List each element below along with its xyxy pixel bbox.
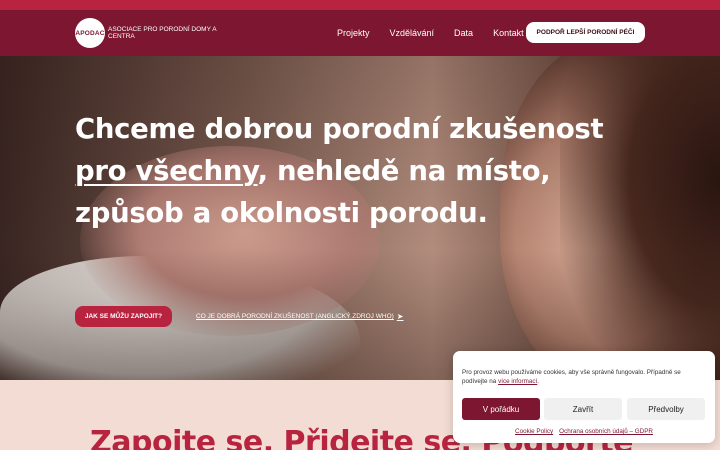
top-strip xyxy=(0,0,720,10)
nav-item-kontakt[interactable]: Kontakt xyxy=(493,28,524,38)
nav-item-projekty[interactable]: Projekty xyxy=(337,28,370,38)
who-link-label: CO JE DOBRÁ PORODNÍ ZKUŠENOST (ANGLICKÝ … xyxy=(196,313,394,320)
get-involved-button[interactable]: JAK SE MŮŽU ZAPOJIT? xyxy=(75,306,172,327)
cookie-preferences-button[interactable]: Předvolby xyxy=(627,398,705,420)
cookie-text: Pro provoz webu používáme cookies, aby v… xyxy=(462,368,702,386)
main-nav: Projekty Vzdělávání Data Kontakt xyxy=(337,28,544,38)
nav-item-data[interactable]: Data xyxy=(454,28,473,38)
cookie-banner: Pro provoz webu používáme cookies, aby v… xyxy=(453,351,715,443)
cookie-close-button[interactable]: Zavřít xyxy=(544,398,622,420)
who-source-link[interactable]: CO JE DOBRÁ PORODNÍ ZKUŠENOST (ANGLICKÝ … xyxy=(196,312,404,321)
cookie-more-info-link[interactable]: více informací xyxy=(498,378,537,385)
hero-headline: Chceme dobrou porodní zkušenost pro všec… xyxy=(75,108,635,234)
site-header: APODAC Asociace pro porodní domy a centr… xyxy=(0,10,720,56)
nav-item-vzdelavani[interactable]: Vzdělávání xyxy=(390,28,435,38)
headline-text-start: Chceme dobrou porodní zkušenost xyxy=(75,113,604,145)
logo-text: Asociace pro porodní domy a centra xyxy=(108,26,217,40)
support-button[interactable]: PODPOŘ LEPŠÍ PORODNÍ PÉČI xyxy=(526,22,645,43)
gdpr-link[interactable]: Ochrana osobních údajů – GDPR xyxy=(559,428,653,435)
cookie-accept-button[interactable]: V pořádku xyxy=(462,398,540,420)
headline-link[interactable]: pro všechny xyxy=(75,155,258,187)
send-icon: ➤ xyxy=(396,312,404,321)
cookie-text-body: Pro provoz webu používáme cookies, aby v… xyxy=(462,369,681,385)
cookie-links: Cookie Policy Ochrana osobních údajů – G… xyxy=(453,428,715,435)
cookie-policy-link[interactable]: Cookie Policy xyxy=(515,428,553,435)
cookie-text-end: . xyxy=(537,378,540,385)
logo[interactable]: APODAC Asociace pro porodní domy a centr… xyxy=(75,18,218,48)
logo-mark: APODAC xyxy=(75,18,105,48)
